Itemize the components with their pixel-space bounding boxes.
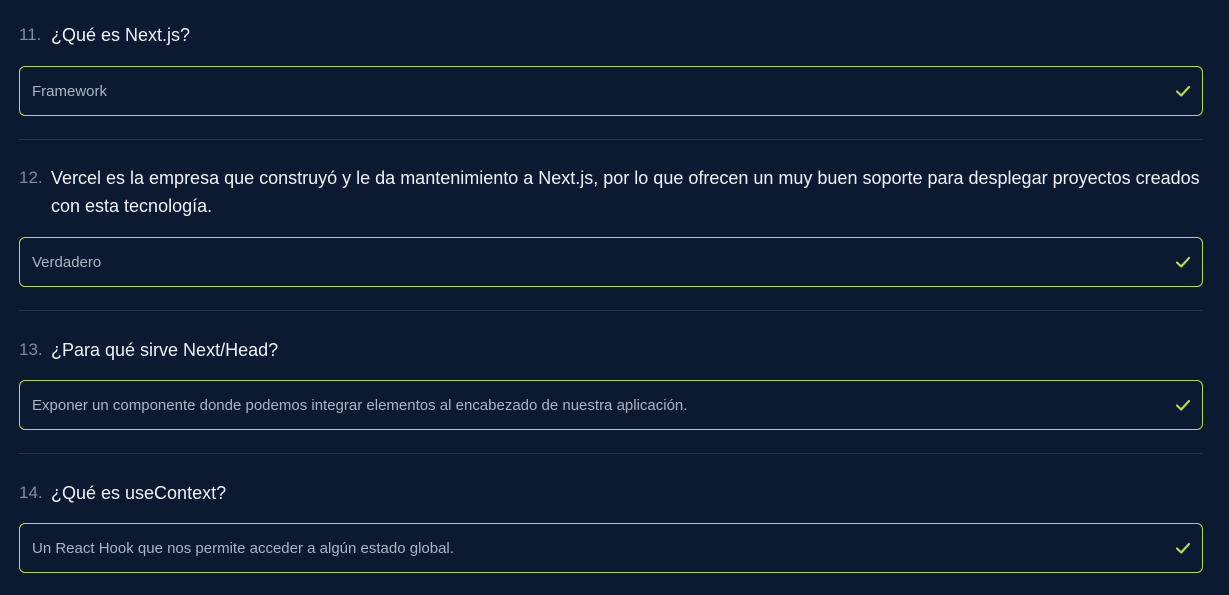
answer-text: Framework	[32, 82, 108, 100]
question-number: 12.	[19, 168, 43, 187]
question-number: 13.	[19, 340, 43, 359]
question-item: 11. ¿Qué es Next.js? Framework	[19, 0, 1203, 140]
question-header: 14. ¿Qué es useContext?	[19, 479, 1203, 507]
question-text: ¿Qué es Next.js?	[51, 25, 191, 45]
answer-text: Un React Hook que nos permite acceder a …	[32, 539, 454, 557]
question-item: 13. ¿Para qué sirve Next/Head? Exponer u…	[19, 311, 1203, 454]
answer-option-selected[interactable]: Un React Hook que nos permite acceder a …	[19, 523, 1203, 573]
question-item: 14. ¿Qué es useContext? Un React Hook qu…	[19, 454, 1203, 595]
question-number: 14.	[19, 483, 43, 502]
check-icon	[1175, 256, 1191, 268]
answer-option-selected[interactable]: Exponer un componente donde podemos inte…	[19, 380, 1203, 430]
answer-text: Verdadero	[32, 253, 102, 271]
check-icon	[1175, 542, 1191, 554]
check-icon	[1175, 85, 1191, 97]
answer-text: Exponer un componente donde podemos inte…	[32, 396, 688, 414]
question-number: 11.	[19, 25, 42, 44]
answer-option-selected[interactable]: Verdadero	[19, 237, 1203, 287]
question-header: 12. Vercel es la empresa que construyó y…	[19, 164, 1203, 220]
question-text: ¿Qué es useContext?	[51, 483, 227, 503]
question-text: ¿Para qué sirve Next/Head?	[51, 340, 279, 360]
check-icon	[1175, 399, 1191, 411]
question-item: 12. Vercel es la empresa que construyó y…	[19, 140, 1203, 311]
question-header: 13. ¿Para qué sirve Next/Head?	[19, 336, 1203, 364]
question-header: 11. ¿Qué es Next.js?	[19, 21, 1203, 49]
quiz-results: 11. ¿Qué es Next.js? Framework 12. Verce…	[0, 0, 1229, 595]
answer-option-selected[interactable]: Framework	[19, 66, 1203, 116]
question-text: Vercel es la empresa que construyó y le …	[51, 168, 1200, 216]
